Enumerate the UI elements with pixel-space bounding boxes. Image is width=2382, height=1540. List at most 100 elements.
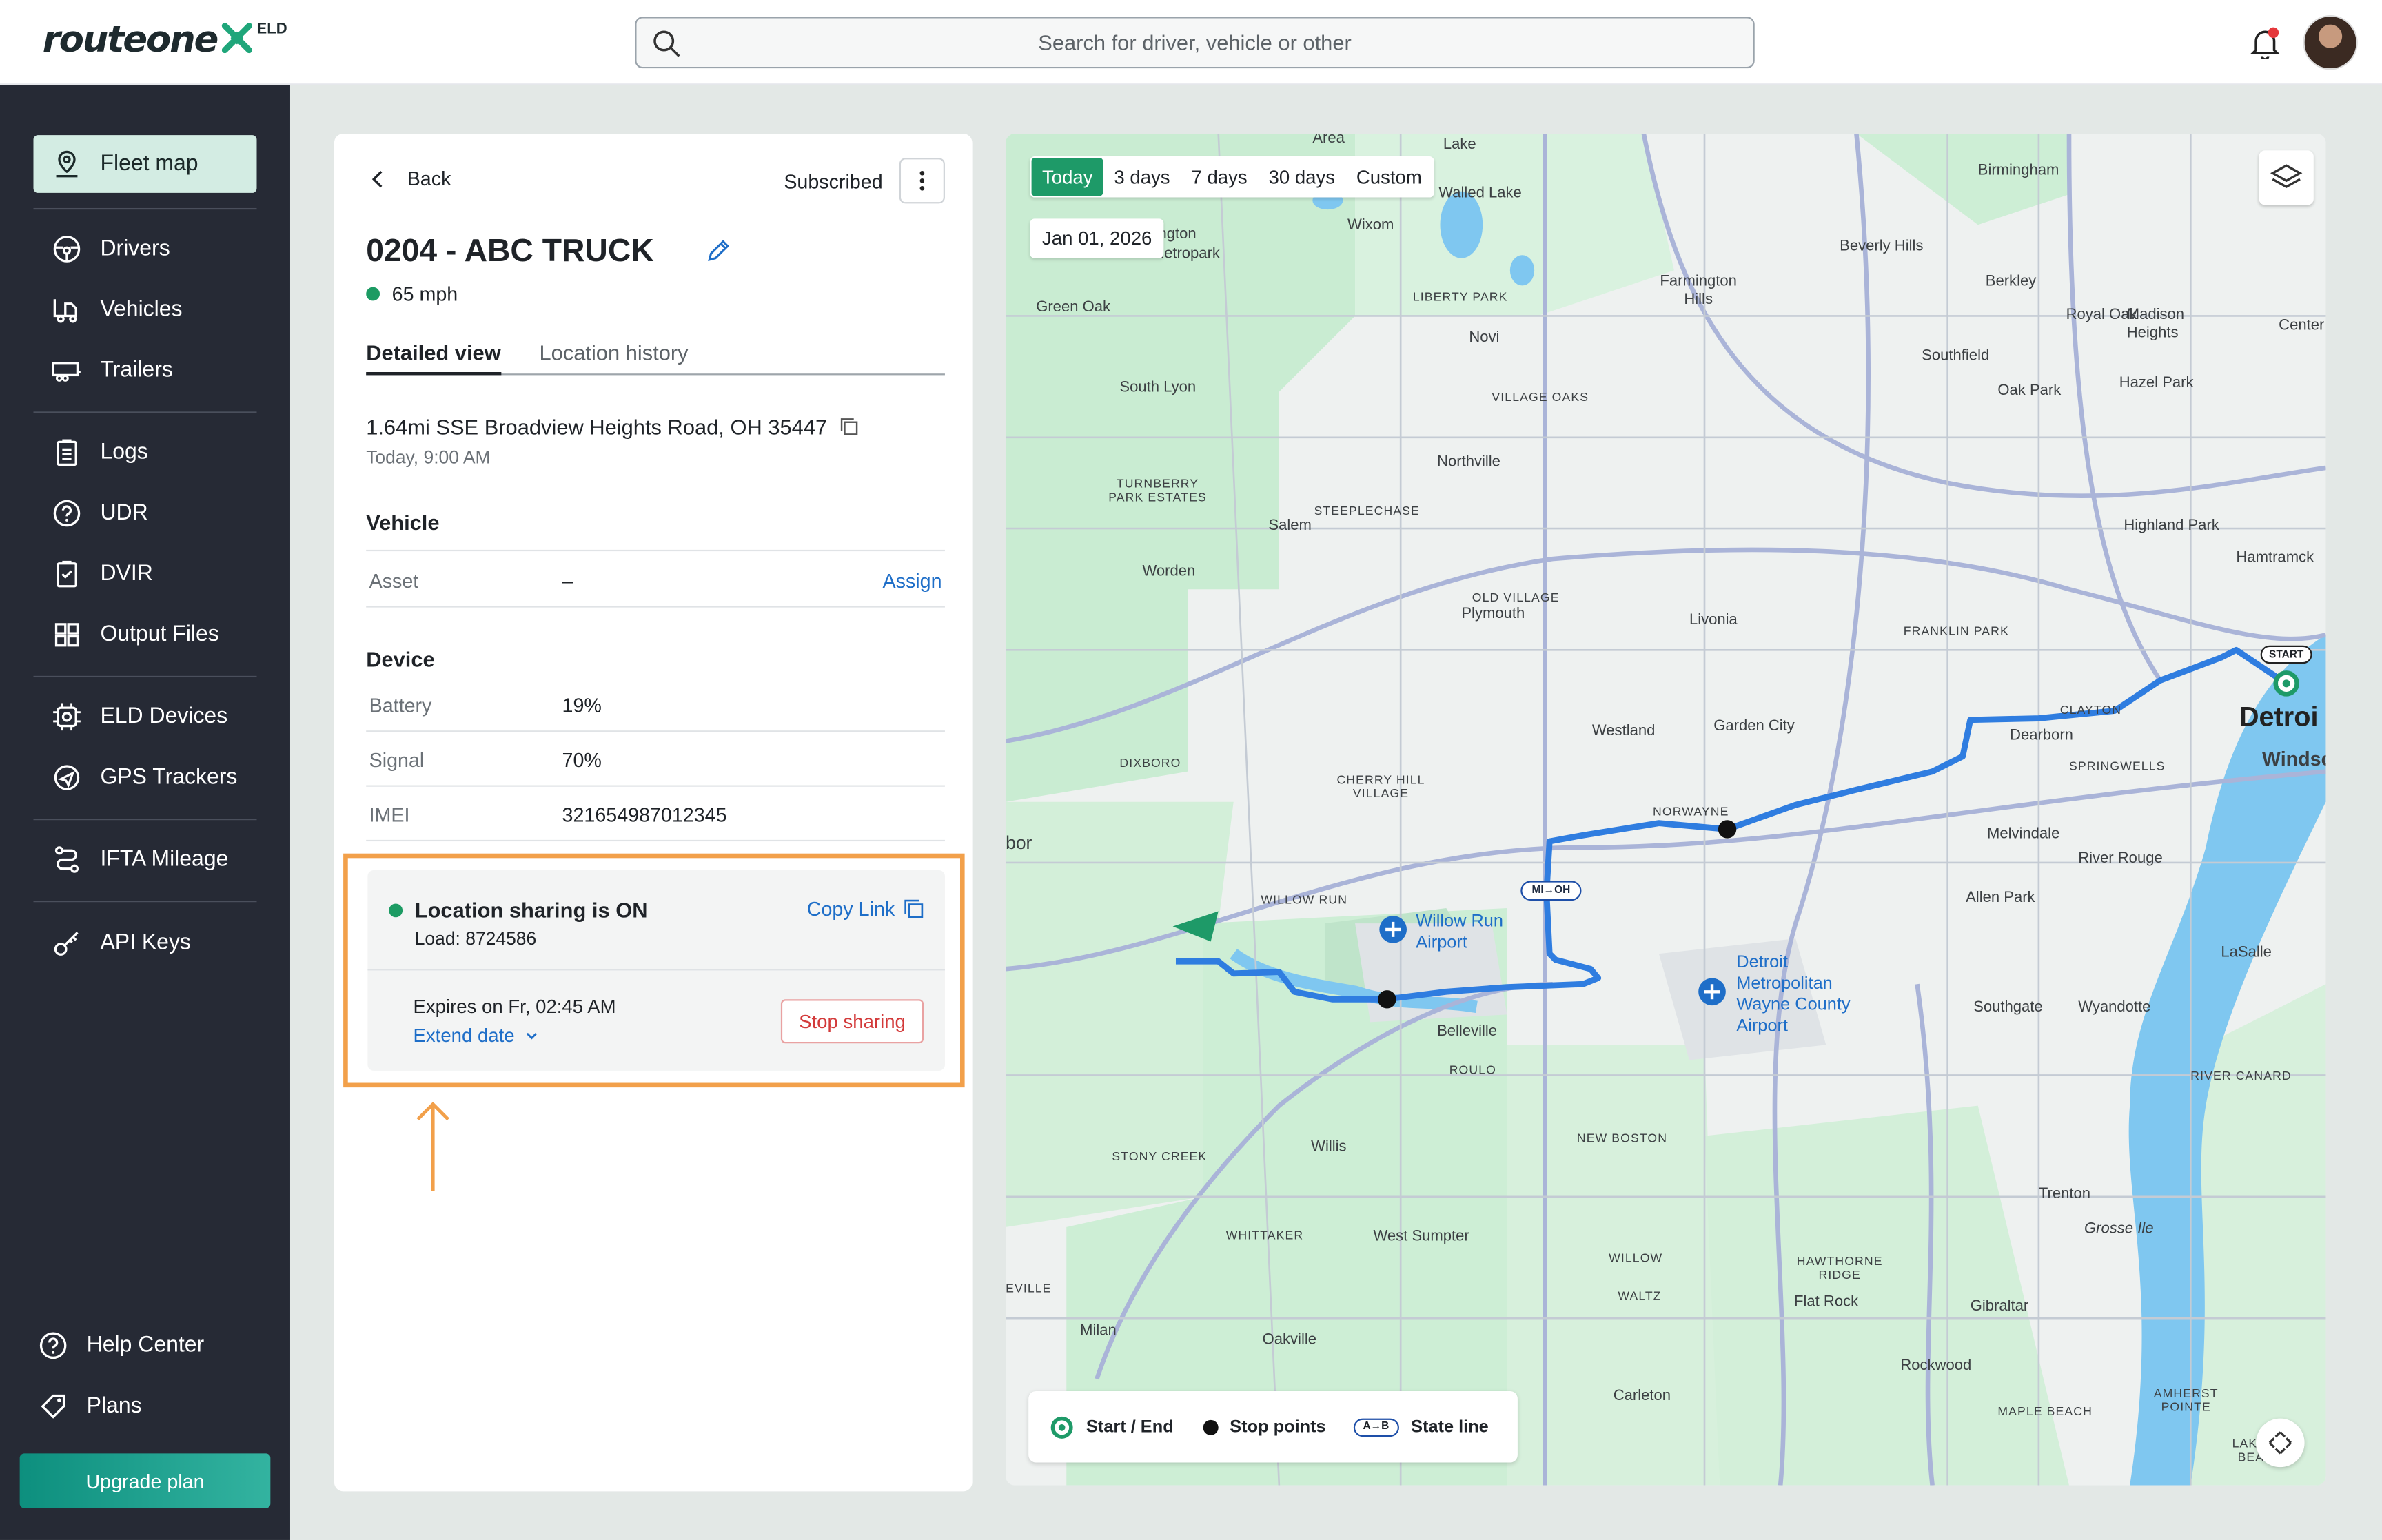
- map-label: ROULO: [1449, 1062, 1496, 1077]
- map-label: Willis: [1311, 1139, 1347, 1156]
- sidebar-item-eld-devices[interactable]: ELD Devices: [33, 688, 256, 746]
- stop-sharing-button[interactable]: Stop sharing: [780, 999, 924, 1044]
- copy-icon[interactable]: [839, 418, 857, 435]
- stop-point-icon: [1202, 1419, 1218, 1435]
- sidebar-item-api-keys[interactable]: API Keys: [33, 914, 256, 972]
- range-custom-button[interactable]: Custom: [1345, 158, 1432, 196]
- sidebar-item-vehicles[interactable]: Vehicles: [33, 281, 256, 339]
- sidebar-item-label: API Keys: [100, 931, 191, 956]
- logo-text: routeone: [42, 18, 219, 61]
- map-label: Wixom: [1347, 217, 1394, 234]
- map-label: Belleville: [1437, 1023, 1498, 1040]
- annotation-arrow-icon: [416, 1101, 449, 1191]
- sidebar-item-drivers[interactable]: Drivers: [33, 220, 256, 278]
- start-badge: START: [2260, 645, 2312, 664]
- sidebar-item-fleet-map[interactable]: Fleet map: [33, 135, 257, 193]
- notification-dot: [2268, 27, 2279, 39]
- tab-location-history[interactable]: Location history: [539, 340, 688, 365]
- upgrade-plan-button[interactable]: Upgrade plan: [19, 1453, 271, 1508]
- chip-icon: [52, 701, 82, 732]
- sidebar-item-label: DVIR: [100, 562, 153, 586]
- search-bar[interactable]: [635, 17, 1755, 69]
- divider: [33, 819, 257, 821]
- map-label: Beverly Hills: [1840, 238, 1924, 256]
- range-7-days-button[interactable]: 7 days: [1181, 158, 1258, 196]
- divider: [33, 411, 257, 413]
- map-label: Dearborn: [2010, 727, 2073, 745]
- map-label: Worden: [1142, 563, 1196, 580]
- range-today-button[interactable]: Today: [1031, 158, 1103, 196]
- kebab-icon: [919, 170, 925, 191]
- recenter-button[interactable]: [2256, 1418, 2305, 1468]
- route-icon: [52, 844, 82, 874]
- legend-stop-points: Stop points: [1201, 1417, 1326, 1436]
- sidebar-item-dvir[interactable]: DVIR: [33, 545, 256, 603]
- map-label: South Lyon: [1119, 380, 1197, 397]
- map-label: WHITTAKER: [1225, 1229, 1304, 1242]
- help-center-link[interactable]: Help Center: [20, 1317, 243, 1375]
- map-label: Madison Heights: [2126, 307, 2185, 342]
- map-label: Green Oak: [1036, 299, 1111, 316]
- state-line-badge[interactable]: MI→OH: [1520, 881, 1582, 901]
- subscription-status: Subscribed: [784, 170, 883, 193]
- map-label: Wyandotte: [2078, 999, 2151, 1016]
- map-pin-icon: [52, 149, 82, 179]
- sidebar-item-udr[interactable]: UDR: [33, 484, 256, 542]
- copy-link-label: Copy Link: [806, 897, 895, 921]
- sidebar-item-logs[interactable]: Logs: [33, 424, 256, 482]
- pencil-icon[interactable]: [705, 237, 733, 265]
- expand-icon: [2268, 1431, 2292, 1455]
- sidebar-item-label: Drivers: [100, 236, 170, 262]
- expiry-text: Expires on Fr, 02:45 AM: [413, 996, 616, 1018]
- map-legend: Start / End Stop points A→B State line: [1028, 1390, 1518, 1463]
- map-label: CLAYTON: [2059, 703, 2122, 717]
- more-options-button[interactable]: [899, 158, 945, 204]
- map-label: CHERRY HILL VILLAGE: [1336, 772, 1425, 801]
- sidebar-item-gps-trackers[interactable]: GPS Trackers: [33, 749, 256, 807]
- map-label: Salem: [1268, 517, 1312, 535]
- map-label: Willow Run Airport: [1416, 912, 1503, 952]
- search-icon: [653, 30, 680, 57]
- map-label: Westland: [1591, 723, 1656, 740]
- back-button[interactable]: Back: [367, 167, 451, 190]
- range-30-days-button[interactable]: 30 days: [1258, 158, 1345, 196]
- location-sharing-card: Location sharing is ON Load: 8724586 Cop…: [367, 870, 945, 1071]
- map-label: MAPLE BEACH: [1997, 1404, 2093, 1419]
- fleet-map[interactable]: MI→OH START Area Lake Walled Lake Wixom …: [1006, 133, 2326, 1486]
- avatar[interactable]: [2303, 15, 2358, 70]
- extend-date-dropdown[interactable]: Extend date: [414, 1025, 539, 1047]
- imei-row: IMEI 321654987012345: [366, 787, 945, 842]
- copy-link-button[interactable]: Copy Link: [807, 898, 924, 921]
- map-label: LaSalle: [2221, 944, 2272, 962]
- map-label: Birmingham: [1977, 162, 2059, 180]
- selected-date[interactable]: Jan 01, 2026: [1030, 218, 1164, 258]
- map-label: Northville: [1437, 454, 1500, 471]
- logo[interactable]: routeone ELD: [43, 18, 287, 61]
- state-line-icon: A→B: [1353, 1417, 1399, 1436]
- clipboard-icon: [52, 438, 82, 468]
- legend-stop-points-label: Stop points: [1230, 1417, 1326, 1436]
- sidebar-item-label: IFTA Mileage: [100, 847, 229, 872]
- map-label: NORWAYNE: [1653, 805, 1729, 819]
- assign-link[interactable]: Assign: [883, 570, 942, 593]
- map-label: AMHERST POINTE: [2153, 1386, 2219, 1415]
- sidebar-item-ifta-mileage[interactable]: IFTA Mileage: [33, 831, 256, 889]
- map-label: bor: [1006, 832, 1032, 854]
- range-3-days-button[interactable]: 3 days: [1103, 158, 1181, 196]
- plans-link[interactable]: Plans: [20, 1377, 243, 1435]
- map-label: WILLOW RUN: [1261, 893, 1348, 907]
- signal-label: Signal: [369, 748, 425, 772]
- map-label: Windsc: [2261, 747, 2326, 770]
- question-circle-icon: [52, 498, 82, 528]
- sidebar-item-trailers[interactable]: Trailers: [33, 342, 256, 400]
- sidebar-item-output-files[interactable]: Output Files: [33, 606, 256, 664]
- gps-icon: [52, 762, 82, 792]
- tab-detailed-view[interactable]: Detailed view: [366, 340, 501, 376]
- map-label: Flat Rock: [1794, 1293, 1859, 1311]
- sidebar-item-label: Logs: [100, 440, 148, 465]
- layers-button[interactable]: [2259, 150, 2314, 205]
- layers-icon: [2270, 164, 2303, 188]
- search-input[interactable]: [636, 28, 1753, 57]
- truck-icon: [52, 295, 82, 325]
- question-circle-icon: [38, 1331, 68, 1361]
